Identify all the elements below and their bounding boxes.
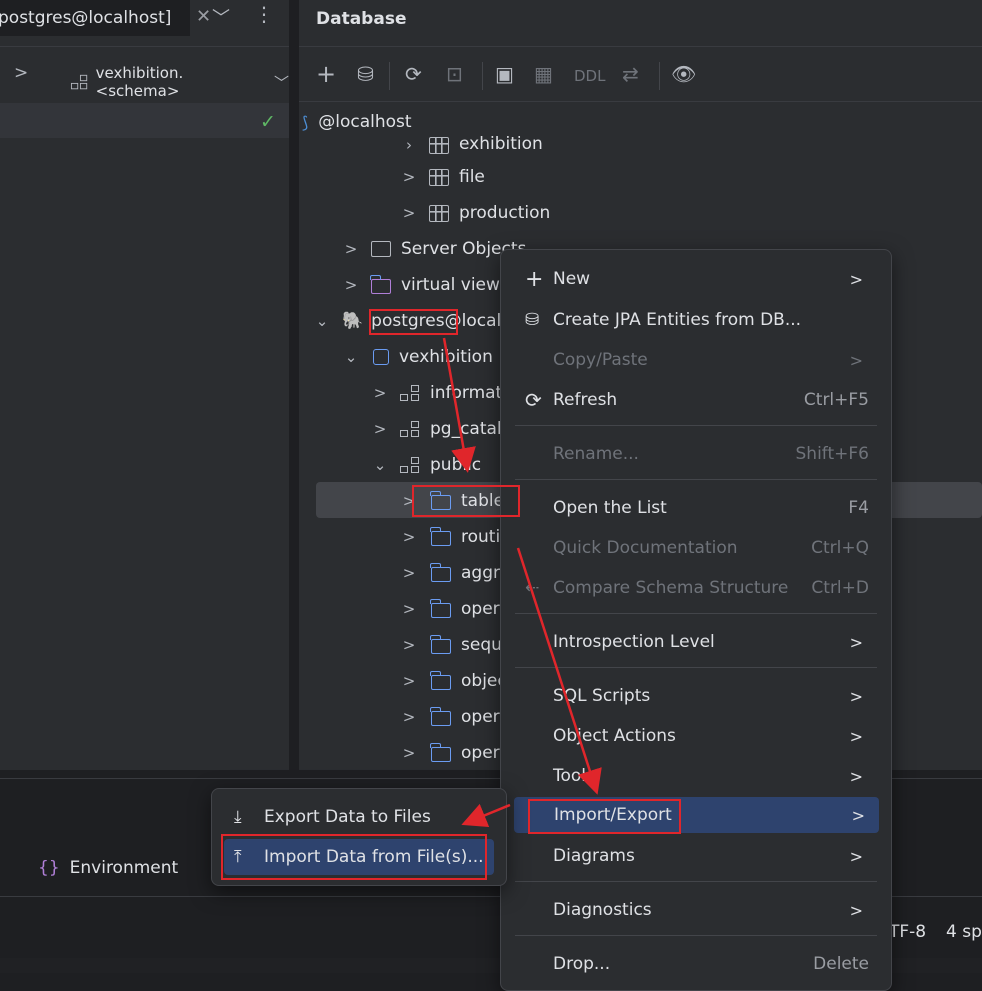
annotation-arrows — [442, 337, 602, 827]
